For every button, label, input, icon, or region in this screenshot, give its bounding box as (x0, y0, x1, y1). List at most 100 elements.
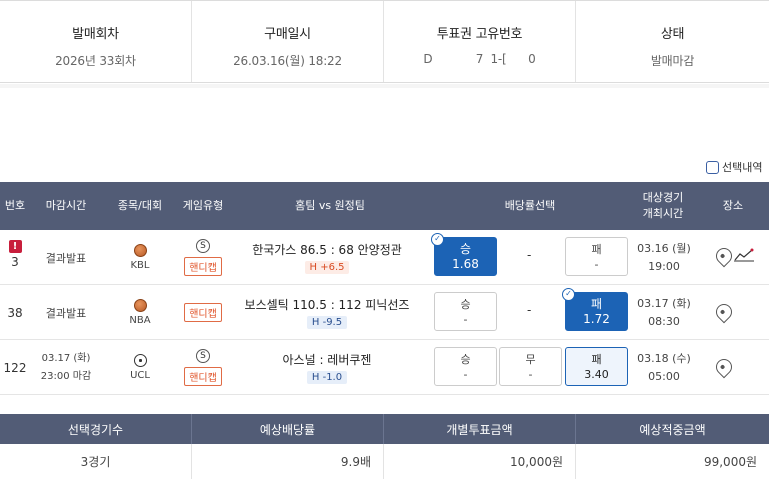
league-label: KBL (130, 260, 150, 271)
ticket-id-cell: 투표권 고유번호 D 7 1-[ 0 (384, 1, 576, 82)
status-value: 발매마감 (650, 54, 695, 68)
col-venue: 장소 (722, 199, 744, 212)
draw-empty: - (527, 248, 532, 262)
match-table-header: 번호 마감시간 종목/대회 게임유형 홈팀 vs 원정팀 배당률선택 대상경기 … (0, 182, 769, 230)
deadline-cell: 03.17 (화) 23:00 마감 (30, 340, 102, 395)
col-gametime: 대상경기 개최시간 (642, 191, 684, 220)
win-odds-button[interactable]: 승 - (434, 347, 497, 386)
row-number-cell: ! 3 (0, 240, 30, 269)
match-cell: 보스셀틱 110.5 : 112 피닉선즈 H -9.5 (232, 285, 422, 340)
special-mark-icon: S (196, 349, 210, 363)
row-number: 3 (11, 255, 19, 269)
deadline-date: 03.17 (화) (41, 352, 91, 364)
sport-cell: NBA (102, 285, 178, 340)
summary-col-odds: 예상배당률 (192, 414, 384, 444)
gametype-cell: S 핸디캡 (168, 340, 238, 395)
basketball-icon (133, 299, 147, 312)
summary-row: 3경기 9.9배 10,000원 99,000원 (0, 444, 769, 479)
game-time: 08:30 (648, 314, 680, 328)
game-time-cell: 03.17 (화) 08:30 (630, 285, 698, 340)
game-time-cell: 03.16 (월) 19:00 (630, 230, 698, 285)
soccer-ball-icon (133, 354, 147, 367)
game-date: 03.18 (수) (637, 351, 691, 365)
game-date: 03.16 (월) (637, 241, 691, 255)
handicap-value: H -9.5 (306, 316, 348, 329)
odds-label: 승 (460, 352, 471, 366)
odds-value: - (594, 257, 599, 271)
round-cell: 발매회차 2026년 33회차 (0, 1, 192, 82)
lose-odds-button[interactable]: 패 - (565, 237, 628, 276)
ticket-id-value: D 7 1-[ 0 (423, 52, 536, 66)
summary-col-stake: 개별투표금액 (384, 414, 576, 444)
match-cell: 한국가스 86.5 : 68 안양정관 H +6.5 (236, 230, 418, 285)
map-pin-icon[interactable] (712, 300, 736, 324)
lose-odds-button[interactable]: ✓ 패 1.72 (562, 288, 628, 331)
league-label: NBA (129, 315, 151, 326)
odds-label: 승 (460, 297, 471, 311)
lose-odds-button[interactable]: 패 3.40 (565, 347, 628, 386)
bet-slip-page: 발매회차 2026년 33회차 구매일시 26.03.16(월) 18:22 투… (0, 0, 769, 479)
trend-chart-icon[interactable] (734, 248, 754, 262)
sport-cell: UCL (102, 340, 178, 395)
expected-payout: 99,000원 (703, 455, 757, 469)
checkbox-icon[interactable] (706, 160, 719, 174)
handicap-badge: 핸디캡 (184, 257, 222, 276)
win-odds-button[interactable]: 승 - (434, 292, 497, 331)
ticket-info-table: 발매회차 2026년 33회차 구매일시 26.03.16(월) 18:22 투… (0, 0, 769, 83)
deadline: 결과발표 (45, 306, 87, 320)
game-date: 03.17 (화) (637, 296, 691, 310)
stake-amount: 10,000원 (384, 444, 576, 479)
col-deadline: 마감시간 (45, 199, 87, 212)
status-header: 상태 (660, 27, 685, 42)
win-odds-button[interactable]: ✓ 승 1.68 (431, 233, 497, 276)
match-teams: 아스널 : 레버쿠젠 (282, 353, 372, 367)
expected-odds: 9.9배 (192, 444, 384, 479)
table-row: ! 3 결과발표 KBL S 핸디캡 한국가스 86.5 : 68 안양정관 H… (0, 230, 769, 285)
status-cell: 상태 발매마감 (576, 1, 769, 82)
selection-history-toggle[interactable]: 선택내역 (706, 159, 762, 175)
handicap-value: H +6.5 (304, 261, 350, 274)
odds-value: 1.68 (452, 256, 479, 271)
league-label: UCL (130, 370, 150, 381)
col-teams: 홈팀 vs 원정팀 (295, 199, 365, 212)
row-number: 122 (3, 360, 27, 375)
odds-value: 1.72 (583, 311, 610, 326)
table-row: 38 결과발표 NBA 핸디캡 보스셀틱 110.5 : 112 피닉선즈 H … (0, 285, 769, 340)
summary-header: 선택경기수 예상배당률 개별투표금액 예상적중금액 (0, 414, 769, 444)
check-icon: ✓ (562, 288, 575, 301)
odds-label: 무 (525, 352, 536, 366)
col-sport: 종목/대회 (117, 199, 163, 212)
draw-empty: - (527, 303, 532, 317)
odds-label: 패 (591, 242, 602, 256)
match-cell: 아스널 : 레버쿠젠 H -1.0 (236, 340, 418, 395)
table-row: 122 03.17 (화) 23:00 마감 UCL S 핸디캡 아스널 : 레… (0, 340, 769, 395)
check-icon: ✓ (431, 233, 444, 246)
purchase-time-cell: 구매일시 26.03.16(월) 18:22 (192, 1, 384, 82)
game-time: 05:00 (648, 369, 680, 383)
col-odds: 배당률선택 (504, 199, 556, 212)
deadline: 결과발표 (45, 251, 87, 265)
row-number: 38 (7, 305, 23, 320)
divider (0, 84, 769, 88)
odds-value: - (528, 367, 533, 381)
handicap-badge: 핸디캡 (184, 367, 222, 386)
draw-odds-button[interactable]: 무 - (499, 347, 562, 386)
sport-cell: KBL (102, 230, 178, 285)
round-value: 2026년 33회차 (55, 54, 136, 68)
game-time: 19:00 (648, 259, 680, 273)
summary-col-payout: 예상적중금액 (639, 422, 706, 437)
deadline-time: 23:00 마감 (40, 370, 92, 382)
odds-label: 패 (591, 352, 602, 366)
basketball-icon (133, 244, 147, 257)
purchase-time-header: 구매일시 (264, 27, 311, 42)
special-mark-icon: S (196, 239, 210, 253)
odds-label: 승 (459, 241, 472, 256)
map-pin-icon[interactable] (712, 244, 736, 268)
gametype-cell: 핸디캡 (168, 285, 238, 340)
ticket-id-header: 투표권 고유번호 (436, 27, 523, 42)
match-teams: 보스셀틱 110.5 : 112 피닉선즈 (244, 298, 410, 312)
purchase-time-value: 26.03.16(월) 18:22 (233, 54, 342, 68)
gametype-cell: S 핸디캡 (168, 230, 238, 285)
map-pin-icon[interactable] (712, 355, 736, 379)
selection-history-label: 선택내역 (722, 161, 763, 174)
